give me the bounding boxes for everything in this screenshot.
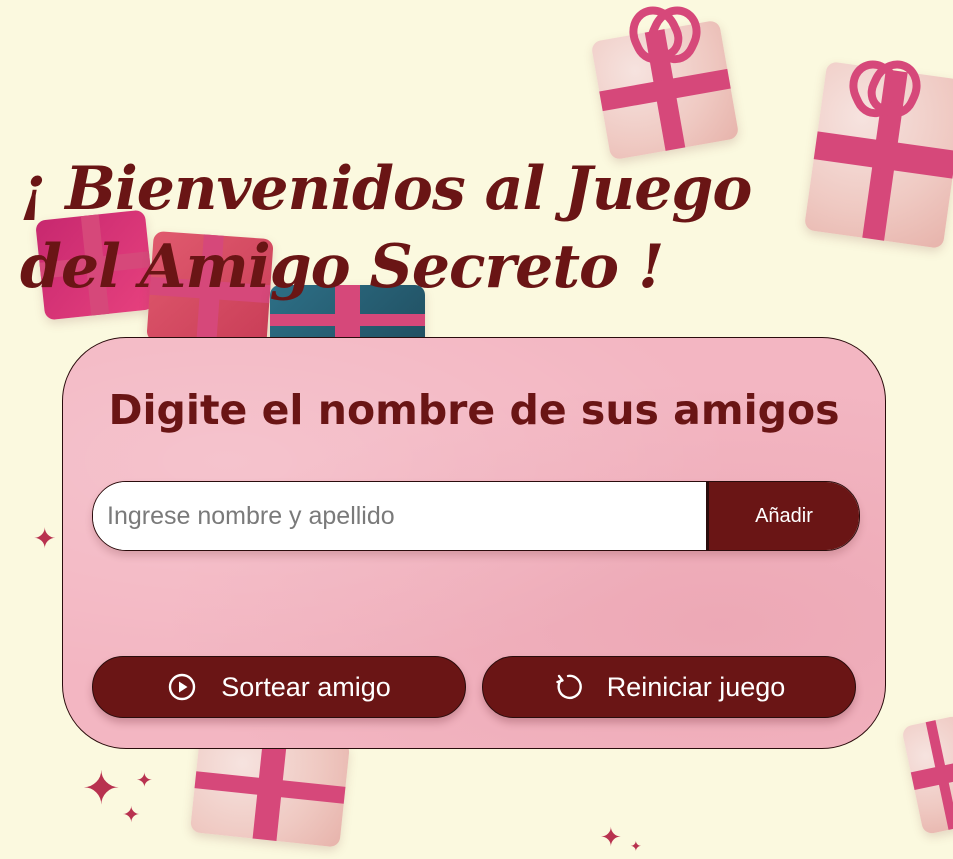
gift-icon [901, 714, 953, 836]
refresh-icon [553, 672, 583, 702]
sparkle-icon: ✦ [33, 522, 57, 555]
friends-card: Digite el nombre de sus amigos Añadir So… [62, 337, 886, 749]
play-circle-icon [167, 672, 197, 702]
sparkle-icon: ✦ [136, 768, 153, 792]
reset-game-button[interactable]: Reiniciar juego [482, 656, 856, 718]
gift-bow-icon [840, 52, 930, 124]
reset-game-label: Reiniciar juego [606, 671, 786, 702]
add-button[interactable]: Añadir [706, 482, 859, 550]
sparkle-icon: ✦ [600, 823, 622, 853]
draw-friend-label: Sortear amigo [221, 671, 391, 702]
page-title: ¡ Bienvenidos al Juego del Amigo Secreto… [20, 154, 752, 302]
sparkle-icon: ✦ [82, 761, 121, 815]
friend-name-input[interactable] [93, 482, 706, 550]
name-input-group: Añadir [92, 481, 860, 551]
card-heading: Digite el nombre de sus amigos [108, 386, 840, 434]
draw-friend-button[interactable]: Sortear amigo [92, 656, 466, 718]
sparkle-icon: ✦ [630, 839, 642, 855]
sparkle-icon: ✦ [122, 803, 141, 828]
gift-bow-icon [620, 0, 710, 70]
